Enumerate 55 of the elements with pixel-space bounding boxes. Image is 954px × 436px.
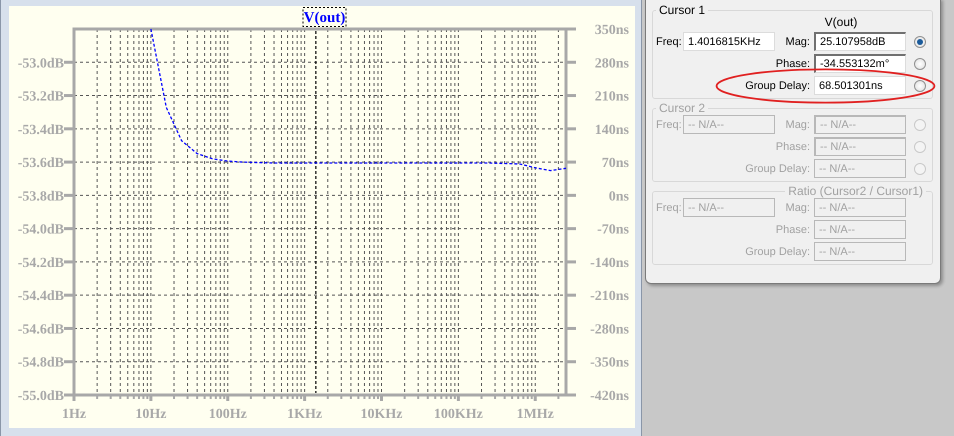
field-label: Freq:	[656, 118, 683, 130]
axis-label: 10KHz	[360, 407, 402, 422]
axis-label: 350ns	[594, 23, 629, 38]
field-label: Mag:	[784, 36, 811, 48]
axis-label: 1Hz	[62, 407, 86, 422]
axis-label: -420ns	[590, 389, 629, 404]
input-field[interactable]: 25.107958dB	[814, 32, 906, 51]
axis-label: 100Hz	[208, 407, 247, 422]
axis-label: 210ns	[594, 90, 629, 105]
axis-label: -53.2dB	[18, 90, 64, 105]
axis-label: -55.0dB	[18, 389, 64, 404]
axis-label: -53.8dB	[18, 189, 64, 204]
axis-label: -350ns	[590, 356, 629, 371]
field-label: Freq:	[656, 202, 683, 214]
radio-button[interactable]	[914, 36, 926, 48]
input-field[interactable]: 68.501301ns	[814, 76, 906, 95]
axis-label: -70ns	[597, 222, 629, 238]
group-title: Cursor 1	[658, 3, 706, 17]
axis-label: -54.4dB	[18, 289, 64, 304]
field-label: Group Delay:	[744, 80, 811, 92]
axis-label: 140ns	[594, 122, 629, 138]
axis-label: -54.0dB	[18, 222, 64, 238]
trace-name: V(out)	[824, 15, 858, 29]
input-field[interactable]: 1.4016815KHz	[683, 32, 775, 51]
axis-label: -53.0dB	[18, 56, 64, 72]
trace-label[interactable]: V(out)	[302, 7, 346, 27]
field-label: Freq:	[656, 36, 683, 48]
axis-label: -53.4dB	[18, 122, 64, 138]
field-label: Phase:	[774, 58, 811, 70]
axis-label: 1KHz	[287, 407, 322, 422]
group-title: Cursor 2	[658, 101, 706, 115]
axis-label: 70ns	[602, 156, 629, 172]
field-label: Mag:	[784, 118, 811, 130]
axis-label: 0ns	[608, 189, 629, 204]
axis-label: -54.2dB	[18, 256, 64, 271]
axis-label: 10Hz	[135, 407, 166, 422]
axis-label: 280ns	[594, 56, 629, 72]
axis-label: -280ns	[590, 322, 629, 338]
radio-button[interactable]	[914, 80, 926, 92]
field-label: Mag:	[784, 202, 811, 214]
field-label: Group Delay:	[744, 246, 811, 258]
field-label: Phase:	[774, 224, 811, 236]
axis-label: -53.6dB	[18, 156, 64, 172]
input-field[interactable]: -34.553132m°	[814, 54, 906, 73]
field-label: Group Delay:	[744, 162, 811, 174]
axis-label: -54.6dB	[18, 322, 64, 338]
axis-label: -140ns	[590, 256, 629, 271]
axis-label: 1MHz	[516, 407, 554, 422]
radio-button[interactable]	[914, 58, 926, 70]
axis-label: -54.8dB	[18, 356, 64, 371]
cursor-line[interactable]	[315, 31, 316, 393]
field-label: Phase:	[774, 140, 811, 152]
group-title: Ratio (Cursor2 / Cursor1)	[787, 184, 924, 198]
axis-label: -210ns	[590, 289, 629, 304]
axis-label: 100KHz	[434, 407, 483, 422]
